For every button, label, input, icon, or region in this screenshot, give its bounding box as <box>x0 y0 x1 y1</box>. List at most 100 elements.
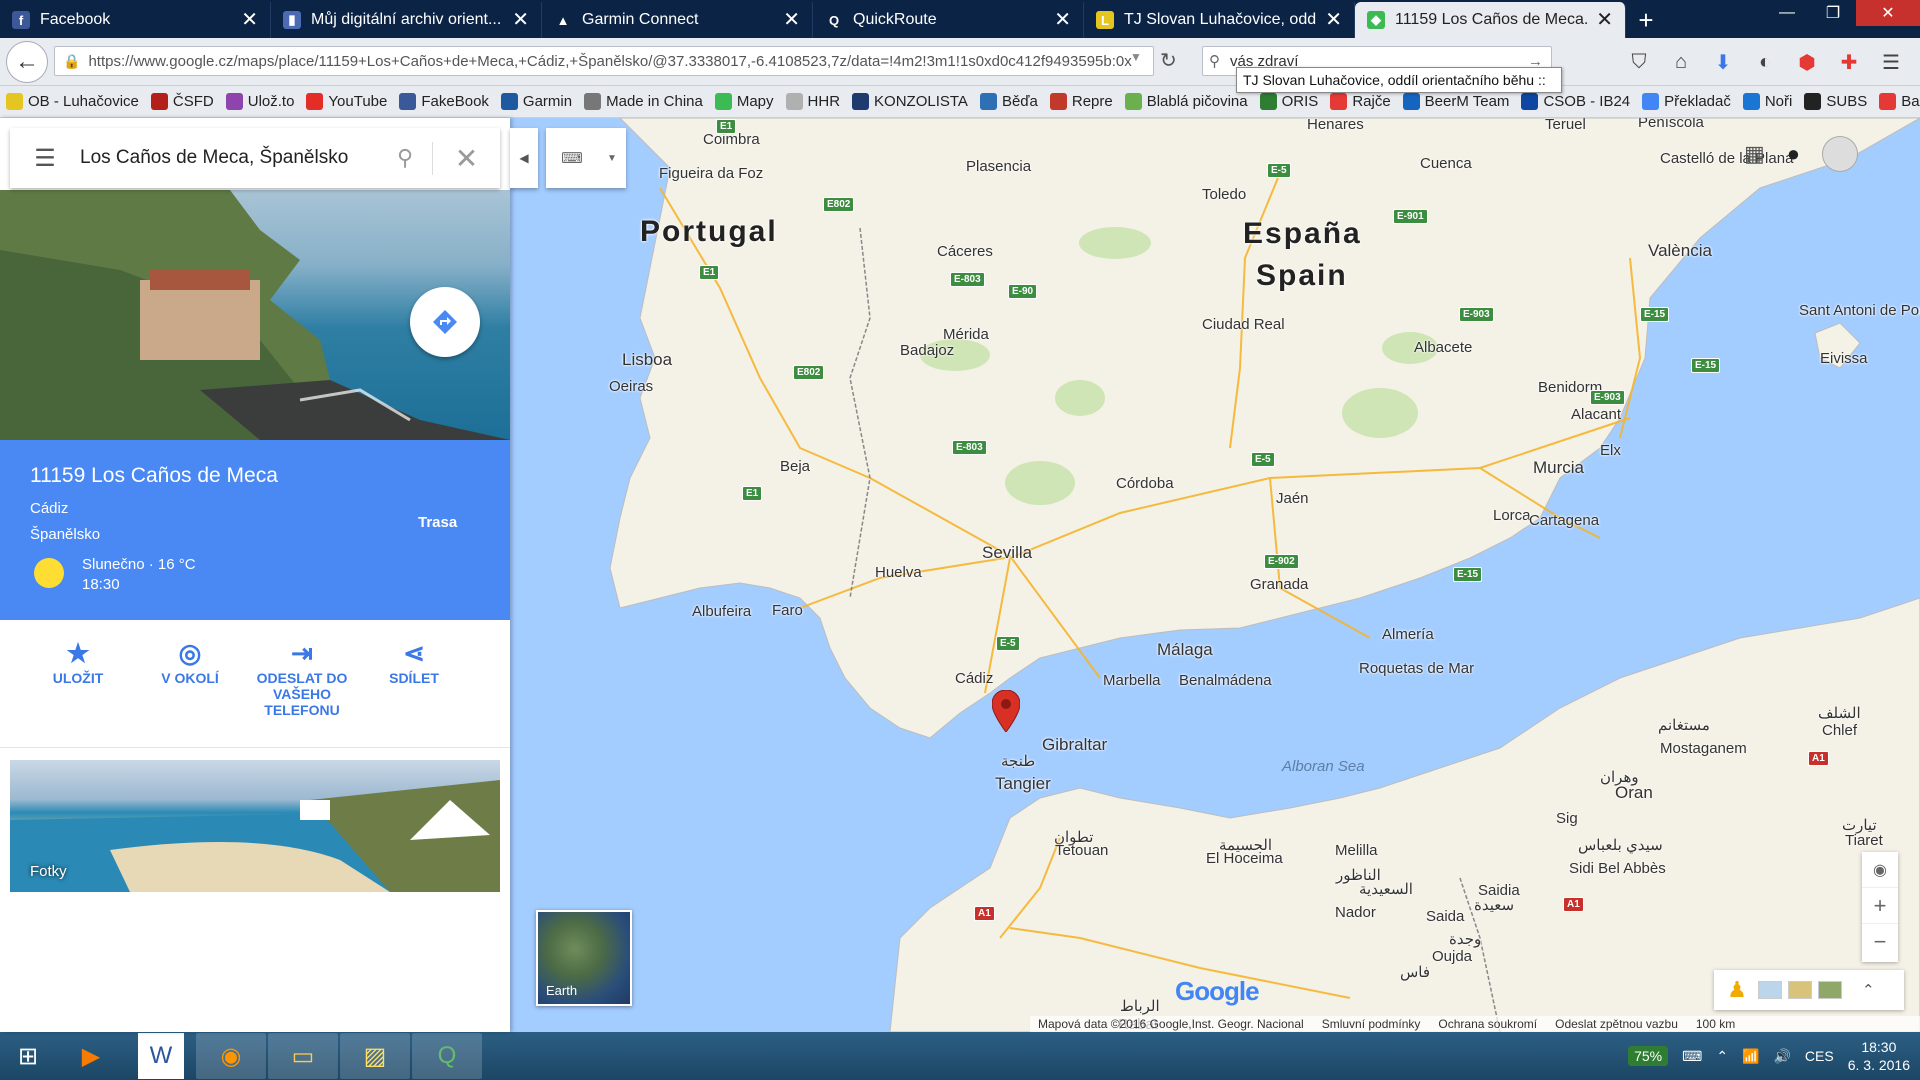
map-place-label[interactable]: Tiaret <box>1845 832 1883 849</box>
bookmark-item[interactable]: Noři <box>1737 93 1799 110</box>
imagery-thumb-icon[interactable] <box>1788 981 1812 999</box>
bookmark-item[interactable]: ORIS <box>1254 93 1325 110</box>
map-place-label[interactable]: Tetouan <box>1055 842 1108 859</box>
location-pin-icon[interactable] <box>992 690 1020 732</box>
mask-icon[interactable]: ◐ <box>1746 44 1784 80</box>
map-place-label[interactable]: Beja <box>780 458 810 475</box>
new-tab-button[interactable]: + <box>1626 2 1666 38</box>
bookmark-item[interactable]: Ulož.to <box>220 93 301 110</box>
attribution-link[interactable]: 100 km <box>1696 1017 1735 1031</box>
bookmark-item[interactable]: SUBS <box>1798 93 1873 110</box>
close-tab-icon[interactable]: ✕ <box>241 10 258 30</box>
map-place-label[interactable]: Sig <box>1556 810 1578 827</box>
tab-6[interactable]: ◆ 11159 Los Caños de Meca... ✕ <box>1355 2 1626 38</box>
map-place-label[interactable]: Roquetas de Mar <box>1359 660 1474 677</box>
map-place-label[interactable]: Oujda <box>1432 948 1472 965</box>
directions-label[interactable]: Trasa <box>418 514 457 531</box>
url-bar[interactable]: 🔒 https://www.google.cz/maps/place/11159… <box>54 46 1154 76</box>
bookmark-item[interactable]: HHR <box>780 93 847 110</box>
file-explorer-icon[interactable]: ▭ <box>268 1033 338 1079</box>
maps-search-icon[interactable]: ⚲ <box>378 145 432 171</box>
map-place-label[interactable]: Marbella <box>1103 672 1161 689</box>
tab-4[interactable]: Q QuickRoute ✕ <box>813 2 1084 38</box>
map-place-label[interactable]: Melilla <box>1335 842 1378 859</box>
map-place-label[interactable]: València <box>1648 241 1712 261</box>
bookmark-item[interactable]: Běďa <box>974 93 1044 110</box>
action-send-to-phone[interactable]: ⇥ ODESLAT DO VAŠEHO TELEFONU <box>246 620 358 747</box>
notifications-bell-icon[interactable]: ● <box>1787 141 1800 167</box>
clock[interactable]: 18:30 6. 3. 2016 <box>1848 1038 1910 1074</box>
map-place-label[interactable]: Albufeira <box>692 603 751 620</box>
map-place-label[interactable]: Ciudad Real <box>1202 316 1285 333</box>
clear-search-icon[interactable]: ✕ <box>432 141 500 175</box>
map-place-label[interactable]: Teruel <box>1545 118 1586 133</box>
map-place-label[interactable]: Córdoba <box>1116 475 1174 492</box>
close-tab-icon[interactable]: ✕ <box>1325 10 1342 30</box>
map-place-label[interactable]: Alboran Sea <box>1282 758 1365 775</box>
map-place-label[interactable]: فاس <box>1400 963 1430 981</box>
map-place-label[interactable]: Eivissa <box>1820 350 1868 367</box>
map-place-label[interactable]: Faro <box>772 602 803 619</box>
map-place-label[interactable]: Benalmádena <box>1179 672 1272 689</box>
bookmark-item[interactable]: KONZOLISTA <box>846 93 974 110</box>
map-place-label[interactable]: Granada <box>1250 576 1308 593</box>
maximize-icon[interactable]: ❐ <box>1810 0 1856 26</box>
map-place-label[interactable]: Toledo <box>1202 186 1246 203</box>
map-place-label[interactable]: Oeiras <box>609 378 653 395</box>
attribution-link[interactable]: Smluvní podmínky <box>1322 1017 1421 1031</box>
map-place-label[interactable]: Peníscola <box>1638 118 1704 131</box>
tray-expand-icon[interactable]: ⌃ <box>1716 1048 1728 1065</box>
map-place-label[interactable]: Gibraltar <box>1042 735 1107 755</box>
map-place-label[interactable]: Mostaganem <box>1660 740 1747 757</box>
windows-start-icon[interactable]: ⊞ <box>0 1033 56 1079</box>
map-place-label[interactable]: Sidi Bel Abbès <box>1569 860 1666 877</box>
home-icon[interactable]: ⌂ <box>1662 44 1700 80</box>
pegman-icon[interactable]: ♟ <box>1722 977 1752 1003</box>
map-place-label[interactable]: Sant Antoni de Portmany <box>1799 302 1920 319</box>
zoom-in-button[interactable]: + <box>1862 888 1898 924</box>
map-place-label[interactable]: Lisboa <box>622 350 672 370</box>
hamburger-menu-icon[interactable]: ☰ <box>1872 44 1910 80</box>
sticky-notes-icon[interactable]: ▨ <box>340 1033 410 1079</box>
bookmark-item[interactable]: Repre <box>1044 93 1119 110</box>
input-tools-dropdown-icon[interactable]: ▼ <box>598 153 626 164</box>
map-place-label[interactable]: Saida <box>1426 908 1464 925</box>
imagery-thumb-icon[interactable] <box>1758 981 1782 999</box>
map-place-label[interactable]: Henares <box>1307 118 1364 133</box>
collapse-panel-button[interactable]: ◀ <box>510 128 538 188</box>
action-share[interactable]: ⋖ SDÍLET <box>358 620 470 747</box>
apps-grid-icon[interactable]: ▦ <box>1744 141 1765 167</box>
bookmark-item[interactable]: BeerM Team <box>1397 93 1516 110</box>
tab-5[interactable]: L TJ Slovan Luhačovice, odd... ✕ <box>1084 2 1355 38</box>
bookmark-item[interactable]: Garmin <box>495 93 578 110</box>
map-place-label[interactable]: Cuenca <box>1420 155 1472 172</box>
imagery-thumb-icon[interactable] <box>1818 981 1842 999</box>
avatar[interactable] <box>1822 136 1859 172</box>
map-place-label[interactable]: Cartagena <box>1529 512 1599 529</box>
action-nearby[interactable]: ◎ V OKOLÍ <box>134 620 246 747</box>
map-place-label[interactable]: Huelva <box>875 564 922 581</box>
map-place-label[interactable]: الشلف <box>1818 704 1861 722</box>
word-icon[interactable]: W <box>138 1033 184 1079</box>
attribution-link[interactable]: Ochrana soukromí <box>1438 1017 1537 1031</box>
map-place-label[interactable]: الرباط <box>1120 997 1160 1015</box>
map-place-label[interactable]: Tangier <box>995 774 1051 794</box>
bookmark-item[interactable]: Mapy <box>709 93 780 110</box>
reload-icon[interactable]: ↻ <box>1160 48 1177 73</box>
map-place-label[interactable]: Sevilla <box>982 543 1032 563</box>
keyboard-icon[interactable]: ⌨ <box>546 149 598 167</box>
bookmark-item[interactable]: ČSFD <box>145 93 220 110</box>
close-window-icon[interactable]: ✕ <box>1856 0 1920 26</box>
map-place-label[interactable]: España <box>1243 217 1362 251</box>
back-button[interactable]: ← <box>6 40 48 83</box>
map-place-label[interactable]: Badajoz <box>900 342 954 359</box>
map-place-label[interactable]: Cáceres <box>937 243 993 260</box>
close-tab-icon[interactable]: ✕ <box>1054 10 1071 30</box>
battery-indicator[interactable]: 75% <box>1628 1046 1669 1066</box>
map-place-label[interactable]: Málaga <box>1157 640 1213 660</box>
attribution-link[interactable]: Odeslat zpětnou vazbu <box>1555 1017 1678 1031</box>
expand-imagery-icon[interactable]: ⌃ <box>1862 981 1875 999</box>
map-place-label[interactable]: Spain <box>1256 259 1348 293</box>
map-place-label[interactable]: Alacant <box>1571 406 1621 423</box>
volume-icon[interactable]: 🔊 <box>1773 1048 1790 1065</box>
